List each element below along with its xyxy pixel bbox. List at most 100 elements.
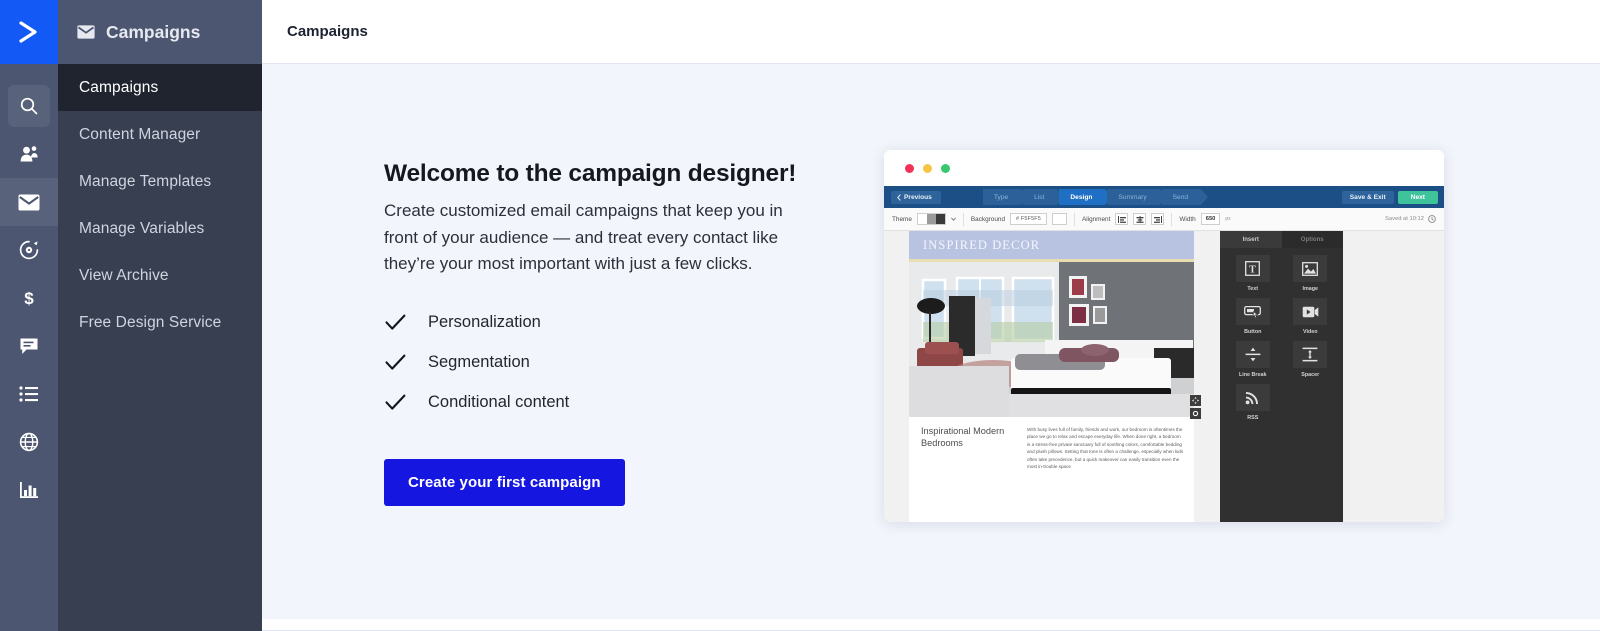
preview-next-button: Next [1397,190,1438,204]
rail-item-lists[interactable] [0,370,58,418]
block-video: Video [1282,298,1340,335]
preview-previous-button: Previous [891,190,941,204]
preview-background-swatch [1051,213,1067,225]
feature-label: Conditional content [428,393,570,412]
block-label: Video [1302,329,1318,335]
block-label: Line Break [1238,372,1267,378]
rail-item-search[interactable] [0,82,58,130]
sidebar-item-label: Content Manager [79,125,201,143]
preview-insert-panel: Insert Options T Text Image Button Video… [1220,231,1343,522]
clock-icon [1428,215,1436,223]
preview-window-chrome [884,150,1444,186]
window-minimize-dot-icon [923,163,932,173]
block-label: Text [1247,286,1259,292]
block-rss: RSS [1224,384,1282,421]
align-center-icon [1133,213,1147,225]
preview-panel-tabs: Insert Options [1220,231,1343,248]
sub-navigation: Campaigns Campaigns Content Manager Mana… [58,0,262,631]
globe-icon [19,432,39,452]
chat-bubble-icon [20,338,38,354]
preview-wizard-nav: Previous Type List Design Summary Send S… [884,186,1444,208]
app-logo[interactable] [0,0,58,64]
content-area: Welcome to the campaign designer! Create… [262,64,1600,631]
email-canvas: INSPIRED DECOR Inspirational Modern Bedr… [909,231,1201,522]
email-hero-photo [909,262,1194,417]
email-masthead: INSPIRED DECOR [909,231,1194,262]
feature-item: Personalization [384,303,824,343]
text-block-icon: T [1235,255,1270,282]
chevron-down-icon [950,217,956,221]
subnav-header-label: Campaigns [106,21,201,42]
sidebar-item-label: Free Design Service [79,313,222,331]
sidebar-item-label: Manage Variables [79,219,205,237]
sidebar-item-free-design-service[interactable]: Free Design Service [58,299,262,346]
video-block-icon [1293,298,1328,325]
preview-step-design: Design [1059,189,1113,205]
block-spacer: Spacer [1282,341,1340,378]
preview-step-summary: Summary [1107,189,1167,205]
theme-swatches-icon [916,213,946,225]
preview-background-label: Background [970,215,1005,223]
preview-width-unit: px [1225,216,1231,222]
email-body-text: With busy lives full of family, friends … [1027,427,1184,470]
check-icon [384,394,406,411]
sidebar-item-campaigns[interactable]: Campaigns [58,64,262,111]
preview-tab-insert: Insert [1220,231,1282,248]
divider [962,212,964,226]
preview-save-exit-button: Save & Exit [1341,190,1394,204]
feature-label: Segmentation [428,353,530,372]
top-bar: Campaigns [262,0,1600,64]
rail-item-reports[interactable] [0,466,58,514]
align-right-icon [1151,213,1165,225]
feature-item: Conditional content [384,383,824,423]
subnav-list: Campaigns Content Manager Manage Templat… [58,64,262,346]
block-line-break: Line Break [1224,341,1282,378]
welcome-heading: Welcome to the campaign designer! [384,160,797,187]
rail-item-deals[interactable]: $ [0,274,58,322]
contacts-people-icon [20,146,38,162]
align-left-icon [1115,213,1129,225]
bar-chart-icon [20,482,38,498]
subnav-header: Campaigns [58,0,262,64]
rail-item-campaigns[interactable] [0,178,58,226]
preview-saved-status: Saved at 10:12 [1385,215,1436,223]
block-button: Button [1224,298,1282,335]
move-handle-icon [1190,395,1201,406]
feature-list: Personalization Segmentation Conditional… [384,303,824,423]
preview-theme-label: Theme [892,215,912,223]
rail-item-automations[interactable] [0,226,58,274]
envelope-icon [77,25,95,39]
create-first-campaign-button[interactable]: Create your first campaign [384,458,625,506]
preview-toolbar: Theme Background # F5F5F5 Alignment Widt… [884,208,1444,231]
envelope-icon [18,194,40,210]
preview-step-list: List [1023,189,1065,205]
dollar-sign-icon: $ [24,289,34,308]
block-text: T Text [1224,255,1282,292]
rail-item-conversations[interactable] [0,322,58,370]
sidebar-item-label: Manage Templates [79,172,212,190]
preview-width-value: 650 [1200,213,1221,225]
sidebar-item-content-manager[interactable]: Content Manager [58,111,262,158]
svg-text:$: $ [24,289,34,308]
email-headline: Inspirational Modern Bedrooms [921,426,1005,449]
block-image: Image [1282,255,1340,292]
canvas-left-gutter [884,231,909,522]
preview-step-breadcrumb: Type List Design Summary Send [982,189,1209,205]
window-maximize-dot-icon [941,163,950,173]
sidebar-item-manage-templates[interactable]: Manage Templates [58,158,262,205]
sidebar-item-view-archive[interactable]: View Archive [58,252,262,299]
check-icon [384,314,406,331]
rail-item-contacts[interactable] [0,130,58,178]
preview-alignment-label: Alignment [1081,215,1111,223]
preview-step-type: Type [982,189,1029,205]
preview-background-value: # F5F5F5 [1010,213,1047,225]
rail-item-website[interactable] [0,418,58,466]
email-masthead-label: INSPIRED DECOR [923,237,1041,252]
sidebar-item-manage-variables[interactable]: Manage Variables [58,205,262,252]
divider [1073,212,1075,226]
block-label: Spacer [1301,372,1320,378]
block-label: Image [1302,286,1319,292]
automations-gear-icon [19,240,39,260]
search-icon [20,97,38,115]
block-label: Button [1244,329,1262,335]
